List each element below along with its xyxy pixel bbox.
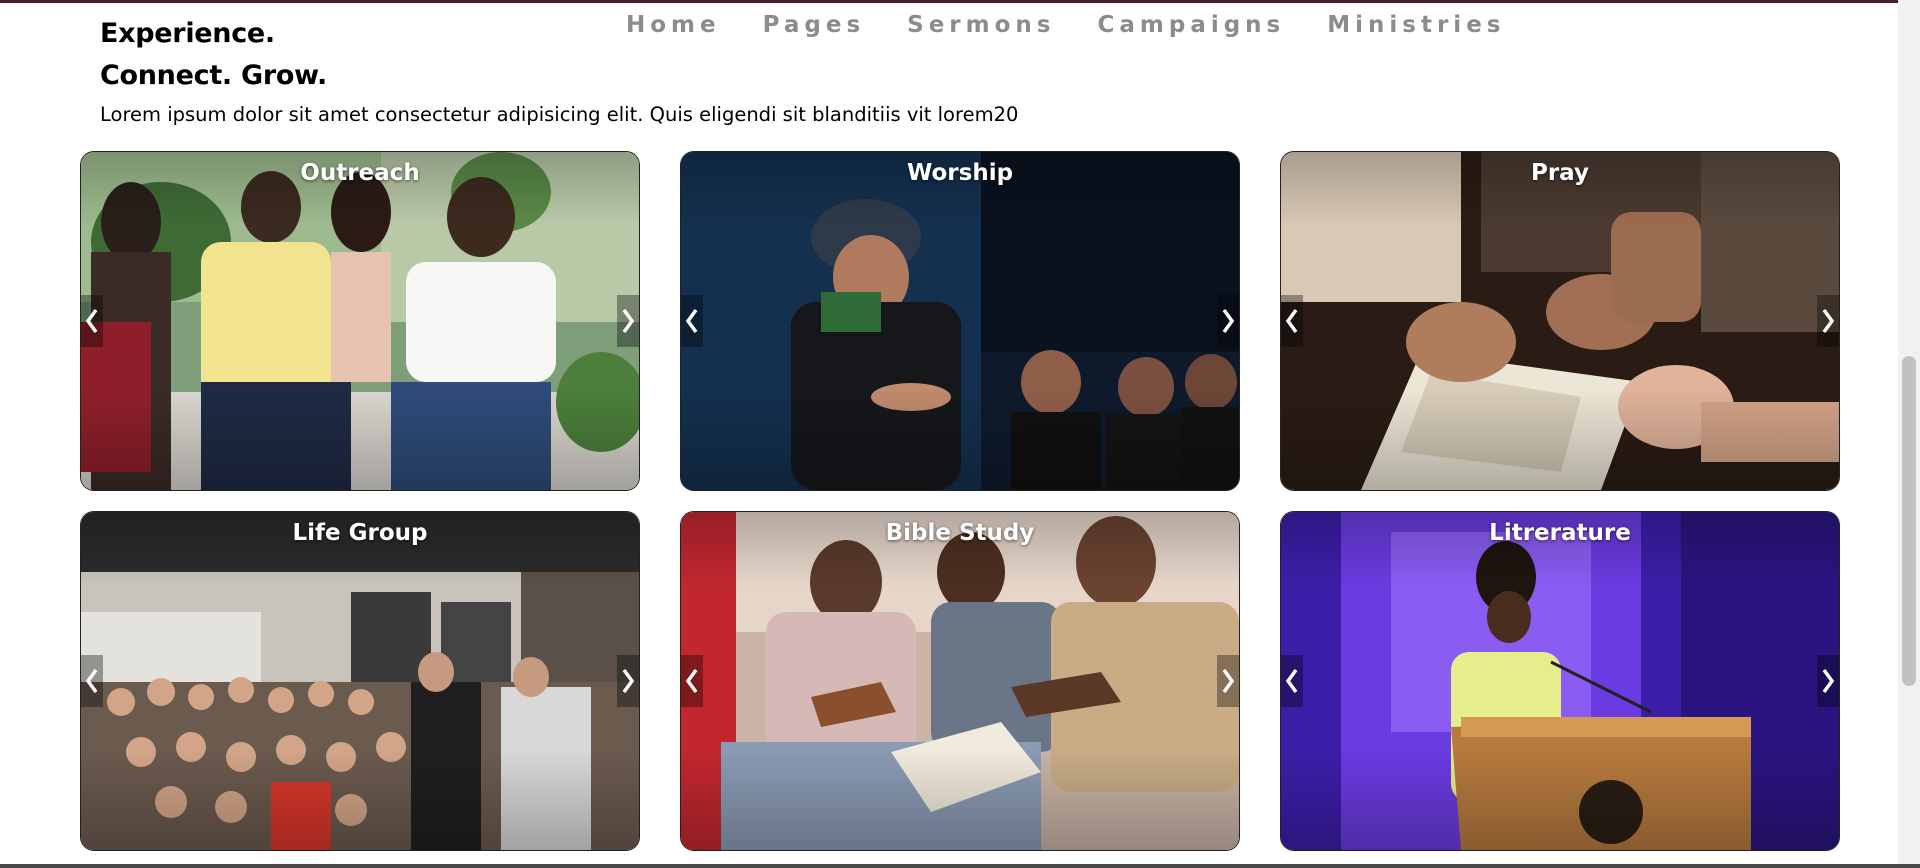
ministry-card-grid: Outreach Worship Pray Life Group Bible S…	[80, 151, 1840, 851]
chevron-right-icon	[622, 668, 635, 694]
card-life-group-shade	[81, 512, 639, 850]
card-litrerature-shade	[1281, 512, 1839, 850]
card-life-group-next-button[interactable]	[617, 655, 639, 707]
chevron-left-icon	[1285, 308, 1298, 334]
top-accent-line	[0, 0, 1920, 3]
chevron-left-icon	[685, 308, 698, 334]
card-worship-next-button[interactable]	[1217, 295, 1239, 347]
nav-ministries[interactable]: Ministries	[1327, 12, 1505, 38]
card-bible-study-shade	[681, 512, 1239, 850]
card-pray-shade	[1281, 152, 1839, 490]
card-outreach-title: Outreach	[300, 160, 420, 186]
card-bible-study-prev-button[interactable]	[681, 655, 703, 707]
card-worship-prev-button[interactable]	[681, 295, 703, 347]
card-bible-study-title: Bible Study	[885, 520, 1035, 546]
nav-pages[interactable]: Pages	[763, 12, 866, 38]
card-worship[interactable]: Worship	[680, 151, 1240, 491]
card-bible-study[interactable]: Bible Study	[680, 511, 1240, 851]
card-litrerature-next-button[interactable]	[1817, 655, 1839, 707]
main-nav: Home Pages Sermons Campaigns Ministries	[626, 12, 1505, 38]
card-pray-prev-button[interactable]	[1281, 295, 1303, 347]
chevron-right-icon	[622, 308, 635, 334]
card-litrerature-title: Litrerature	[1489, 520, 1631, 546]
card-pray-next-button[interactable]	[1817, 295, 1839, 347]
chevron-left-icon	[1285, 668, 1298, 694]
chevron-left-icon	[85, 668, 98, 694]
chevron-left-icon	[685, 668, 698, 694]
card-life-group-prev-button[interactable]	[81, 655, 103, 707]
nav-campaigns[interactable]: Campaigns	[1097, 12, 1285, 38]
chevron-right-icon	[1822, 308, 1835, 334]
nav-home[interactable]: Home	[626, 12, 721, 38]
chevron-left-icon	[85, 308, 98, 334]
chevron-right-icon	[1822, 668, 1835, 694]
card-worship-shade	[681, 152, 1239, 490]
hero-title-line1: Experience.	[100, 18, 275, 49]
card-pray[interactable]: Pray	[1280, 151, 1840, 491]
card-outreach-prev-button[interactable]	[81, 295, 103, 347]
card-worship-title: Worship	[906, 160, 1014, 186]
card-pray-title: Pray	[1530, 160, 1589, 186]
hero-description: Lorem ipsum dolor sit amet consectetur a…	[100, 103, 1019, 126]
card-life-group[interactable]: Life Group	[80, 511, 640, 851]
page-scrollbar[interactable]	[1898, 0, 1920, 864]
bottom-border	[0, 864, 1920, 868]
card-litrerature-prev-button[interactable]	[1281, 655, 1303, 707]
card-life-group-title: Life Group	[292, 520, 428, 546]
card-bible-study-next-button[interactable]	[1217, 655, 1239, 707]
scrollbar-thumb[interactable]	[1902, 356, 1916, 686]
chevron-right-icon	[1222, 308, 1235, 334]
chevron-right-icon	[1222, 668, 1235, 694]
nav-sermons[interactable]: Sermons	[907, 12, 1055, 38]
card-outreach-next-button[interactable]	[617, 295, 639, 347]
card-outreach[interactable]: Outreach	[80, 151, 640, 491]
card-litrerature[interactable]: Litrerature	[1280, 511, 1840, 851]
card-outreach-shade	[81, 152, 639, 490]
hero-title-line2: Connect. Grow.	[100, 60, 327, 91]
